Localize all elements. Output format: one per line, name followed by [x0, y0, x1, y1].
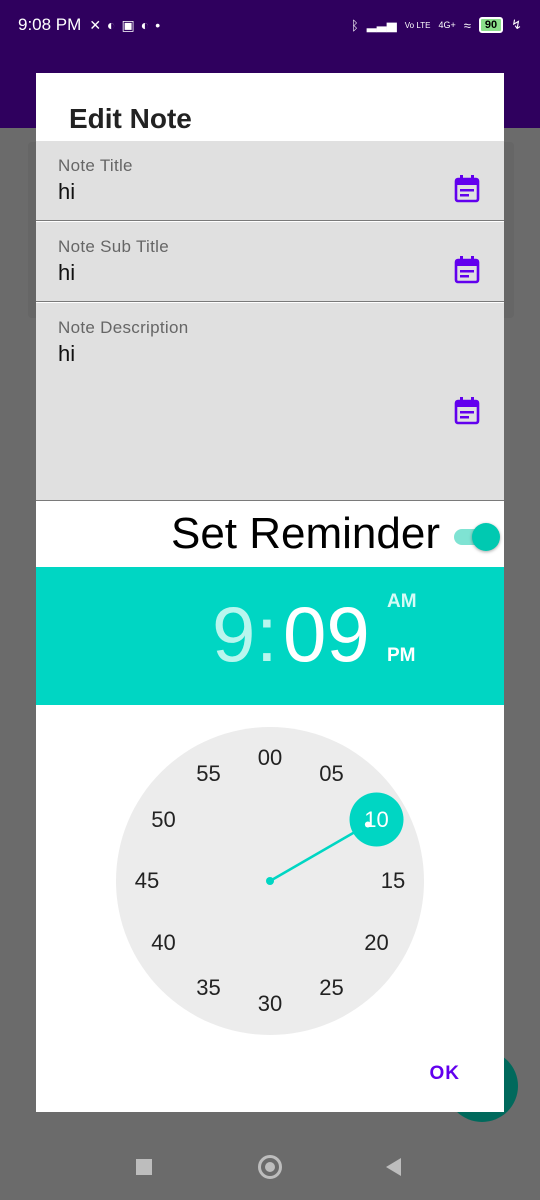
clock-center-dot — [266, 877, 274, 885]
ok-button[interactable]: OK — [430, 1063, 461, 1085]
clock-minute-30[interactable]: 30 — [258, 991, 282, 1017]
note-subtitle-value[interactable]: hi — [58, 260, 75, 286]
edit-note-dialog: Edit Note Note Title hi Note Sub Title h… — [36, 73, 504, 1112]
back-button[interactable] — [386, 1158, 401, 1176]
time-separator: : — [256, 590, 278, 678]
set-reminder-row: Set Reminder — [36, 503, 504, 567]
battery-icon: 90 — [478, 17, 504, 33]
clock-minute-50[interactable]: 50 — [151, 807, 175, 833]
clock-hand-layer — [266, 792, 404, 885]
app-notification-icon-2: ◐ — [140, 17, 150, 33]
clock-minute-20[interactable]: 20 — [364, 930, 388, 956]
note-subtitle-label: Note Sub Title — [58, 237, 169, 256]
app-notification-icon: ◐ — [107, 17, 116, 33]
clock-minute-15[interactable]: 15 — [381, 868, 405, 894]
note-title-label: Note Title — [58, 156, 133, 175]
status-system-icons: ᛒ ▂▃▅ Vo LTE 4G+ ≈ 90 ↯ — [351, 17, 522, 33]
clock-minute-05[interactable]: 05 — [319, 761, 343, 787]
note-description-value[interactable]: hi — [58, 341, 75, 367]
status-bar: 9:08 PM ✕ ◐ ▣ ◐ • ᛒ ▂▃▅ Vo LTE 4G+ ≈ 90 … — [0, 0, 540, 50]
pm-toggle[interactable]: PM — [387, 645, 416, 667]
calendar-icon[interactable] — [454, 397, 480, 425]
clock-minute-55[interactable]: 55 — [196, 761, 220, 787]
volte-label: Vo LTE — [404, 20, 431, 30]
time-picker-header: 9 : 09 AM PM — [36, 567, 504, 705]
message-icon: ▣ — [121, 16, 135, 33]
clock-minute-10[interactable]: 10 — [364, 807, 388, 833]
note-title-field[interactable]: Note Title hi — [36, 141, 504, 221]
clock-minute-35[interactable]: 35 — [196, 975, 220, 1001]
minute-display[interactable]: 09 — [283, 589, 370, 680]
wifi-icon: ≈ — [463, 17, 471, 33]
status-time: 9:08 PM — [18, 15, 82, 34]
signal-icon: ▂▃▅ — [366, 17, 397, 32]
set-reminder-label: Set Reminder — [170, 509, 440, 558]
am-toggle[interactable]: AM — [387, 591, 417, 613]
navigation-bar — [0, 1128, 540, 1200]
clock-minute-00[interactable]: 00 — [258, 745, 282, 771]
note-title-value[interactable]: hi — [58, 179, 75, 205]
set-reminder-switch[interactable] — [454, 523, 500, 551]
dot-icon: • — [155, 17, 161, 33]
note-description-label: Note Description — [58, 318, 189, 337]
note-subtitle-field[interactable]: Note Sub Title hi — [36, 222, 504, 302]
calendar-icon[interactable] — [454, 256, 480, 284]
calendar-icon[interactable] — [454, 175, 480, 203]
clock-minute-45[interactable]: 45 — [135, 868, 159, 894]
status-notification-icons: ✕ ◐ ▣ ◐ • — [89, 17, 160, 34]
home-button[interactable] — [258, 1155, 282, 1179]
mute-bell-icon: ✕ — [89, 16, 102, 33]
clock-minute-25[interactable]: 25 — [319, 975, 343, 1001]
recent-apps-button[interactable] — [136, 1159, 152, 1175]
network-type-label: 4G+ — [438, 20, 456, 30]
dialog-title: Edit Note — [69, 103, 192, 134]
bluetooth-icon: ᛒ — [350, 17, 359, 33]
switch-thumb — [472, 523, 500, 551]
home-dot-icon — [265, 1162, 275, 1172]
hour-display[interactable]: 9 — [212, 589, 255, 680]
charging-icon: ↯ — [511, 17, 522, 32]
clock-minute-40[interactable]: 40 — [151, 930, 175, 956]
note-description-field[interactable]: Note Description hi — [36, 303, 504, 501]
minute-clock-face[interactable]: 00 05 10 15 20 25 30 35 40 45 50 55 — [116, 727, 424, 1035]
